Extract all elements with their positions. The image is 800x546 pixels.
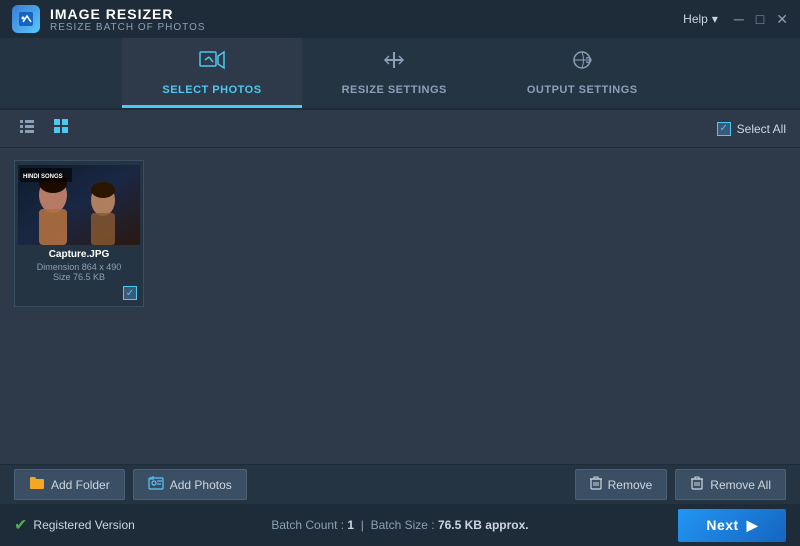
photo-size: Size 76.5 KB (21, 272, 137, 282)
tab-resize-settings-label: RESIZE SETTINGS (342, 84, 447, 96)
resize-settings-icon (381, 48, 407, 78)
photo-name: Capture.JPG (21, 249, 137, 260)
remove-button[interactable]: Remove (575, 469, 668, 500)
tab-select-photos-label: SELECT PHOTOS (162, 84, 261, 96)
title-bar-left: IMAGE RESIZER RESIZE BATCH OF PHOTOS (12, 5, 206, 33)
add-folder-button[interactable]: Add Folder (14, 469, 125, 500)
remove-all-button[interactable]: Remove All (675, 469, 786, 500)
list-view-button[interactable] (14, 115, 40, 142)
minimize-button[interactable]: ─ (734, 12, 744, 26)
view-controls (14, 115, 74, 142)
photo-card[interactable]: HINDI SONGS Capture.JPG Dimension 864 x … (14, 160, 144, 307)
batch-size-label: Batch Size : (371, 518, 435, 532)
status-left: ✔ Registered Version (14, 515, 135, 535)
select-all-checkbox[interactable]: ✓ (717, 122, 731, 136)
bottom-actions: Add Folder Add Photos (0, 464, 800, 504)
registered-label: Registered Version (33, 518, 134, 532)
photo-info: Capture.JPG Dimension 864 x 490 Size 76.… (19, 245, 139, 284)
title-bar: IMAGE RESIZER RESIZE BATCH OF PHOTOS Hel… (0, 0, 800, 38)
app-title-sub: RESIZE BATCH OF PHOTOS (50, 22, 206, 33)
restore-button[interactable]: □ (756, 12, 764, 26)
app-icon (12, 5, 40, 33)
remove-all-label: Remove All (710, 478, 771, 492)
folder-icon (29, 476, 45, 493)
next-button[interactable]: Next ▶ (678, 509, 786, 542)
toolbar: ✓ Select All (0, 110, 800, 148)
close-button[interactable]: ✕ (776, 12, 788, 26)
batch-count-label: Batch Count : (271, 518, 344, 532)
next-label: Next (706, 517, 738, 533)
photo-checkbox[interactable]: ✓ (123, 286, 137, 300)
photo-area: HINDI SONGS Capture.JPG Dimension 864 x … (0, 148, 800, 458)
status-bar: ✔ Registered Version Batch Count : 1 | B… (0, 504, 800, 546)
add-folder-label: Add Folder (51, 478, 110, 492)
status-center: Batch Count : 1 | Batch Size : 76.5 KB a… (271, 518, 528, 532)
tab-resize-settings[interactable]: RESIZE SETTINGS (302, 38, 487, 108)
select-photos-icon (198, 48, 226, 78)
output-settings-icon (569, 48, 595, 78)
next-arrow-icon: ▶ (747, 517, 758, 534)
batch-size-value: 76.5 KB approx. (438, 518, 529, 532)
select-all-label: Select All (737, 122, 786, 136)
add-photos-label: Add Photos (170, 478, 232, 492)
grid-view-button[interactable] (48, 115, 74, 142)
remove-label: Remove (608, 478, 653, 492)
remove-icon (590, 476, 602, 493)
tab-output-settings-label: OUTPUT SETTINGS (527, 84, 638, 96)
remove-all-icon (690, 476, 704, 493)
svg-text:HINDI SONGS: HINDI SONGS (23, 174, 63, 180)
tab-select-photos[interactable]: SELECT PHOTOS (122, 38, 301, 108)
right-buttons: Remove Remove All (575, 469, 786, 500)
photo-dimension: Dimension 864 x 490 (21, 262, 137, 272)
title-bar-right: Help ▾ ─ □ ✕ (683, 12, 788, 26)
batch-count-value: 1 (347, 518, 354, 532)
window-controls: ─ □ ✕ (734, 12, 788, 26)
add-photos-button[interactable]: Add Photos (133, 469, 247, 500)
left-buttons: Add Folder Add Photos (14, 469, 247, 500)
app-title-main: IMAGE RESIZER (50, 6, 206, 22)
select-all-area[interactable]: ✓ Select All (717, 122, 786, 136)
registered-icon: ✔ (14, 515, 27, 535)
tabs-bar: SELECT PHOTOS RESIZE SETTINGS OUTPUT SET… (0, 38, 800, 110)
add-photos-icon (148, 476, 164, 493)
help-button[interactable]: Help ▾ (683, 12, 718, 26)
tab-output-settings[interactable]: OUTPUT SETTINGS (487, 38, 678, 108)
photo-footer: ✓ (19, 284, 139, 302)
photo-thumbnail: HINDI SONGS (18, 165, 140, 245)
app-title-text: IMAGE RESIZER RESIZE BATCH OF PHOTOS (50, 6, 206, 33)
chevron-down-icon: ▾ (712, 12, 718, 26)
